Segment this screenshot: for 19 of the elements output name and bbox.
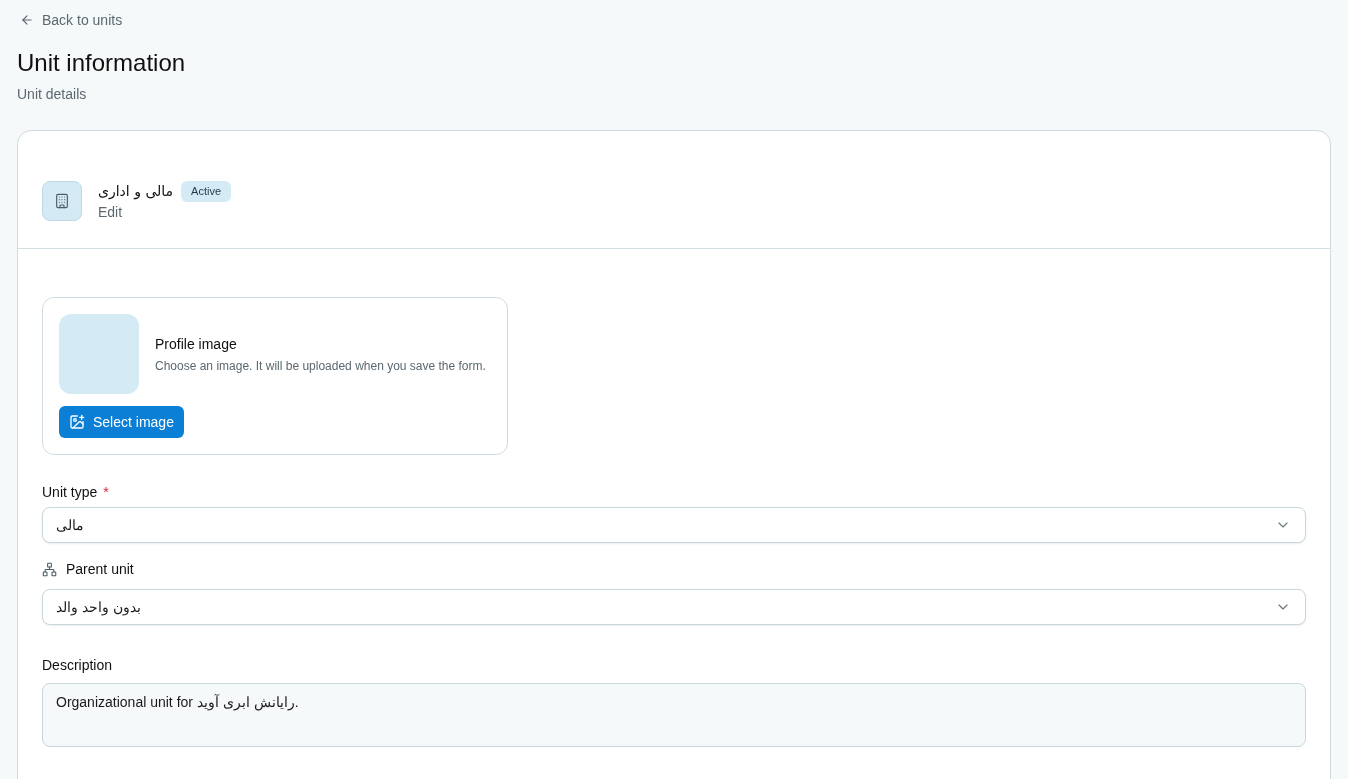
page-title: Unit information [17, 48, 186, 78]
profile-image-title: Profile image [155, 335, 238, 354]
unit-type-label: Unit type [42, 483, 98, 502]
unit-type-select[interactable]: مالی [42, 507, 1306, 543]
status-badge: Active [181, 180, 232, 202]
building-icon [42, 181, 82, 221]
unit-name: مالی و اداری [98, 181, 174, 202]
description-label: Description [42, 656, 113, 675]
hierarchy-icon [42, 561, 57, 577]
required-mark: * [103, 483, 109, 502]
parent-unit-select[interactable]: بدون واحد والد [42, 589, 1306, 625]
page-subtitle: Unit details [17, 85, 87, 104]
edit-link[interactable]: Edit [98, 202, 123, 222]
image-plus-icon [69, 414, 85, 430]
description-field[interactable]: Organizational unit for رایانش ابری آوید. [42, 683, 1306, 747]
profile-image-hint: Choose an image. It will be uploaded when you save the form. [155, 358, 486, 374]
select-image-button[interactable]: Select image [59, 406, 184, 438]
parent-unit-label: Parent unit [66, 560, 134, 579]
back-link[interactable]: Back to units [17, 10, 123, 30]
